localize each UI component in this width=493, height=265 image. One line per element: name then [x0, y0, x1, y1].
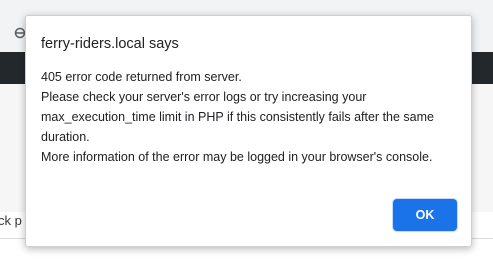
dialog-title: ferry-riders.local says — [41, 36, 179, 52]
message-line: duration. — [41, 130, 90, 144]
message-line: max_execution_time limit in PHP if this … — [41, 110, 434, 124]
alert-dialog: ferry-riders.local says 405 error code r… — [25, 15, 472, 247]
browser-page: ck p ferry-riders.local says 405 error c… — [0, 0, 493, 265]
message-line: More information of the error may be log… — [41, 150, 433, 164]
ok-button[interactable]: OK — [393, 199, 457, 231]
dialog-message: 405 error code returned from server. Ple… — [41, 67, 466, 167]
message-line: 405 error code returned from server. — [41, 70, 242, 84]
message-line: Please check your server's error logs or… — [41, 90, 367, 104]
partial-background-text: ck p — [0, 213, 22, 228]
